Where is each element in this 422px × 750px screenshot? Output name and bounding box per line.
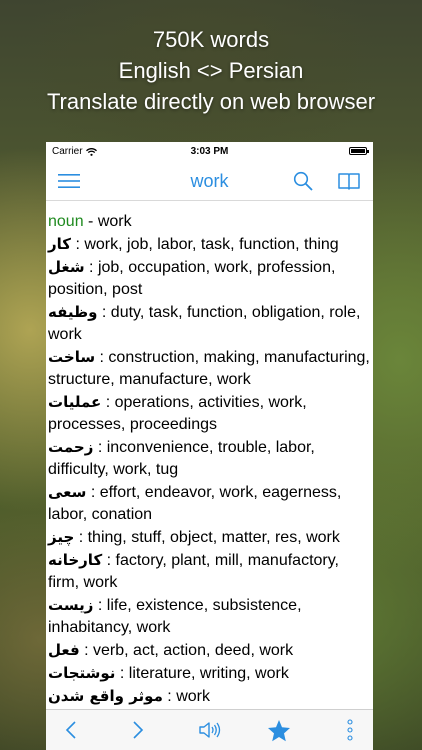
speaker-icon: [199, 722, 221, 738]
definition-header: noun - work: [48, 211, 373, 233]
persian-word: نوشتجات: [48, 664, 116, 682]
persian-word: موثر واقع شدن: [48, 687, 163, 705]
open-book-icon: [338, 173, 360, 190]
promo-caption: 750K words English <> Persian Translate …: [0, 24, 422, 117]
translation-entry: چیز : thing, stuff, object, matter, res,…: [48, 526, 373, 549]
chevron-left-icon: [65, 721, 76, 739]
phone-screen: Carrier 3:03 PM work noun - work کار: w…: [46, 142, 373, 750]
persian-word: فعل: [48, 641, 80, 659]
promo-line-languages: English <> Persian: [118, 58, 304, 83]
bottom-toolbar: [46, 709, 373, 750]
translation-entry: سعی : effort, endeavor, work, eagerness,…: [48, 481, 373, 526]
search-icon: [293, 171, 313, 191]
page-title: work: [190, 171, 229, 191]
translation-entry: کارخانه : factory, plant, mill, manufact…: [48, 549, 373, 594]
persian-word: عملیات: [48, 393, 102, 411]
translation-entry: موثر واقع شدن : work: [48, 685, 373, 708]
promo-line-word-count: 750K words: [152, 27, 270, 52]
persian-word: شغل: [48, 258, 85, 276]
vertical-ellipsis-icon: [347, 719, 353, 741]
search-button[interactable]: [290, 169, 316, 193]
english-meanings: : work: [162, 688, 210, 705]
translation-entry: وظیفه : duty, task, function, obligation…: [48, 301, 373, 346]
translation-entry: زحمت : inconvenience, trouble, labor, di…: [48, 436, 373, 481]
persian-word: زحمت: [48, 438, 94, 456]
persian-word: چیز: [48, 528, 75, 546]
more-options-button[interactable]: [338, 718, 362, 742]
nav-bar: work: [46, 162, 373, 201]
translation-entry: عملیات : operations, activities, work, p…: [48, 391, 373, 436]
translation-entry: کار : work, job, labor, task, function, …: [48, 233, 373, 256]
persian-word: وظیفه: [48, 303, 98, 321]
english-meanings: : work, job, labor, task, function, thin…: [71, 236, 339, 253]
forward-button[interactable]: [126, 718, 150, 742]
status-bar: Carrier 3:03 PM: [46, 142, 373, 162]
persian-word: زیست: [48, 596, 94, 614]
persian-word: ساخت: [48, 348, 96, 366]
promo-line-browser: Translate directly on web browser: [46, 89, 376, 114]
definition-content: noun - work کار : work, job, labor, task…: [46, 201, 373, 708]
favorite-button[interactable]: [267, 718, 291, 742]
status-time: 3:03 PM: [190, 146, 229, 157]
translation-entry: فعل : verb, act, action, deed, work: [48, 639, 373, 662]
translation-entry: نوشتجات : literature, writing, work: [48, 662, 373, 685]
star-icon: [268, 719, 290, 741]
english-meanings: : literature, writing, work: [115, 665, 289, 682]
translation-entry: زیست : life, existence, subsistence, inh…: [48, 594, 373, 639]
english-meanings: : construction, making, manufacturing, s…: [48, 349, 370, 388]
translation-entry: ساخت : construction, making, manufacturi…: [48, 346, 373, 391]
english-meanings: : verb, act, action, deed, work: [79, 642, 294, 659]
part-of-speech: noun: [48, 213, 84, 230]
persian-word: سعی: [48, 483, 87, 501]
english-meanings: : job, occupation, work, profession, pos…: [48, 259, 336, 298]
headword: - work: [83, 213, 132, 230]
english-meanings: : effort, endeavor, work, eagerness, lab…: [48, 484, 342, 523]
english-meanings: : thing, stuff, object, matter, res, wor…: [74, 529, 340, 546]
translation-entry: شغل : job, occupation, work, profession,…: [48, 256, 373, 301]
pronounce-button[interactable]: [198, 718, 222, 742]
back-button[interactable]: [59, 718, 83, 742]
chevron-right-icon: [133, 721, 144, 739]
persian-word: کارخانه: [48, 551, 103, 569]
dictionary-button[interactable]: [336, 169, 362, 193]
persian-word: کار: [48, 235, 71, 253]
battery-icon: [349, 147, 369, 155]
